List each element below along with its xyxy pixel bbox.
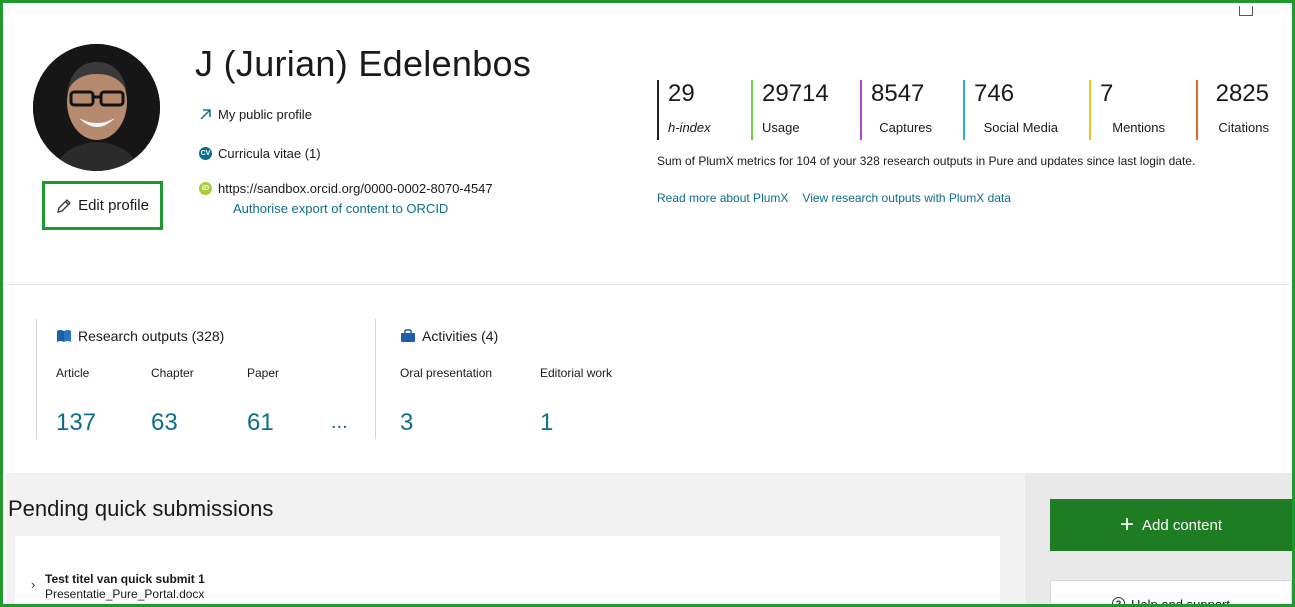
metric-value: 29 — [668, 80, 695, 107]
read-more-plumx-link[interactable]: Read more about PlumX — [657, 191, 788, 205]
cv-icon: CV — [199, 147, 212, 160]
output-type-label: Chapter — [151, 366, 194, 380]
metric-label: Citations — [1218, 120, 1269, 135]
help-icon: ? — [1111, 597, 1125, 604]
metric-value: 2825 — [1215, 80, 1269, 107]
chevron-right-icon[interactable]: › — [31, 577, 35, 592]
activity-type-label: Oral presentation — [400, 366, 493, 380]
activity-type-label: Editorial work — [540, 366, 613, 380]
plus-icon: + — [1119, 511, 1134, 538]
metric-usage[interactable]: 29714 Usage — [751, 80, 846, 140]
pending-item-file: Presentatie_Pure_Portal.docx — [45, 587, 205, 601]
metric-label: Captures — [879, 120, 932, 135]
orcid-icon: iD — [199, 182, 212, 195]
metric-captures[interactable]: 8547 Captures — [860, 80, 932, 140]
more-outputs-ellipsis[interactable]: ... — [331, 411, 348, 434]
section-divider — [6, 284, 1289, 285]
metric-value: 7 — [1100, 80, 1114, 107]
briefcase-icon — [401, 329, 415, 342]
metric-citations[interactable]: 2825 Citations — [1196, 80, 1269, 140]
view-plumx-outputs-link[interactable]: View research outputs with PlumX data — [802, 191, 1011, 205]
metric-value: 746 — [974, 80, 1015, 107]
external-arrow-icon — [200, 109, 211, 120]
public-profile-link[interactable]: My public profile — [199, 107, 312, 122]
book-icon — [57, 330, 71, 342]
output-count-paper[interactable]: 61 — [247, 409, 274, 437]
pencil-icon — [57, 198, 71, 213]
column-separator — [375, 319, 376, 439]
pending-item-title: Test titel van quick submit 1 — [45, 572, 205, 586]
orcid-link[interactable]: iD https://sandbox.orcid.org/0000-0002-8… — [199, 181, 493, 196]
list-item[interactable]: Test titel van quick submit 1 Presentati… — [45, 572, 205, 602]
plumx-links: Read more about PlumX View research outp… — [657, 191, 1011, 205]
page-frame: Edit profile J (Jurian) Edelenbos My pub… — [0, 0, 1295, 607]
column-separator — [36, 319, 37, 439]
curricula-vitae-label: Curricula vitae (1) — [218, 146, 321, 161]
output-count-article[interactable]: 137 — [56, 409, 96, 437]
activity-count-editorial-work[interactable]: 1 — [540, 409, 553, 437]
authorise-orcid-link[interactable]: Authorise export of content to ORCID — [233, 201, 448, 216]
metric-label: Mentions — [1112, 120, 1165, 135]
avatar — [33, 44, 160, 171]
metric-label: h-index — [668, 120, 711, 135]
output-count-chapter[interactable]: 63 — [151, 409, 178, 437]
metric-label: Usage — [762, 120, 800, 135]
activity-count-oral-presentation[interactable]: 3 — [400, 409, 413, 437]
edit-profile-button[interactable]: Edit profile — [42, 181, 163, 230]
metric-label: Social Media — [983, 120, 1058, 135]
edit-profile-label: Edit profile — [78, 197, 149, 214]
activities-label: Activities (4) — [422, 328, 499, 344]
orcid-url: https://sandbox.orcid.org/0000-0002-8070… — [218, 181, 493, 196]
metric-mentions[interactable]: 7 Mentions — [1089, 80, 1165, 140]
plumx-note: Sum of PlumX metrics for 104 of your 328… — [657, 154, 1196, 168]
metric-value: 29714 — [762, 80, 829, 107]
curricula-vitae-link[interactable]: CV Curricula vitae (1) — [199, 146, 321, 161]
output-type-label: Paper — [247, 366, 280, 380]
activities-title[interactable]: Activities (4) — [400, 328, 498, 344]
add-content-label: Add content — [1141, 516, 1223, 534]
output-type-label: Article — [56, 366, 90, 380]
metric-h-index[interactable]: 29 h-index — [657, 80, 737, 140]
public-profile-label: My public profile — [218, 107, 312, 122]
window-icon[interactable] — [1239, 6, 1253, 16]
help-support-label: Help and support — [1130, 597, 1230, 607]
metric-social-media[interactable]: 746 Social Media — [963, 80, 1058, 140]
research-outputs-label: Research outputs (328) — [78, 328, 225, 344]
help-support-button[interactable]: ? Help and support — [1050, 580, 1292, 607]
profile-name: J (Jurian) Edelenbos — [195, 43, 532, 84]
pending-title: Pending quick submissions — [8, 496, 274, 521]
add-content-button[interactable]: + Add content — [1050, 499, 1292, 551]
metric-value: 8547 — [871, 80, 925, 107]
research-outputs-title[interactable]: Research outputs (328) — [56, 328, 224, 344]
